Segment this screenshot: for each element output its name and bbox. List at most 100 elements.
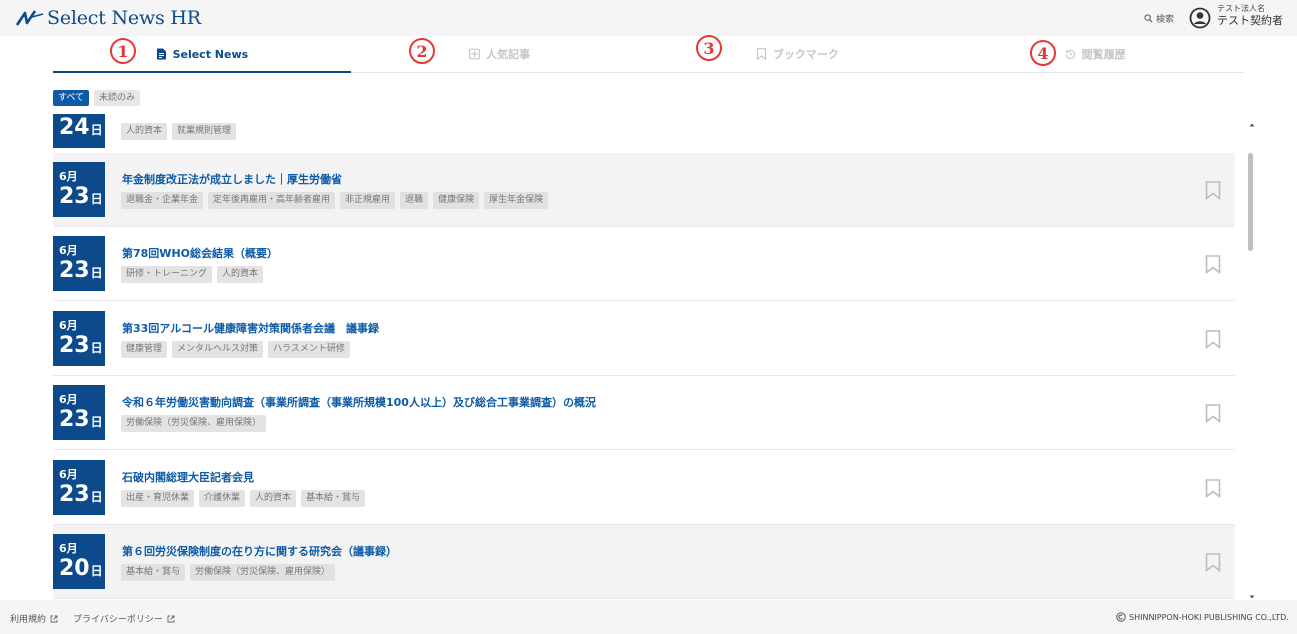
article-row[interactable]: 6月 23日 年金制度改正法が成立しました｜厚生労働省 退職金・企業年金 定年後…	[53, 153, 1235, 227]
logo-text: Select News HR	[47, 7, 201, 29]
date-badge: 6月 23日	[53, 460, 105, 515]
external-link-icon	[50, 615, 58, 622]
tag[interactable]: 人的資本	[121, 123, 168, 140]
bookmark-toggle-icon[interactable]	[1205, 404, 1221, 423]
article-list: 6月 24日 人的資本 就業規則管理 6月 23日 年金制度改正法が成立しました…	[53, 114, 1235, 599]
tag[interactable]: 就業規則管理	[172, 123, 237, 140]
tag[interactable]: 厚生年金保険	[484, 192, 549, 209]
article-title[interactable]: 令和６年労働災害動向調査（事業所調査（事業所規模100人以上）及び総合工事業調査…	[122, 394, 596, 410]
search-button[interactable]: 検索	[1144, 12, 1174, 25]
footer: 利用規約 プライバシーポリシー SHINNIPPON-HOKI PUBLISHI…	[0, 600, 1297, 634]
tag[interactable]: 定年後再雇用・高年齢者雇用	[208, 192, 336, 209]
tag[interactable]: ハラスメント研修	[268, 341, 350, 358]
logo[interactable]: Select News HR	[15, 6, 201, 30]
date-day-number: 23	[59, 184, 90, 209]
tab-bookmark[interactable]: ブックマーク	[649, 36, 947, 72]
tab-popular[interactable]: 人気記事	[351, 36, 649, 72]
date-badge: 6月 23日	[53, 311, 105, 366]
tag[interactable]: 基本給・賞与	[301, 490, 366, 507]
scroll-up-arrow-icon[interactable]	[1247, 120, 1257, 130]
article-title[interactable]: 第６回労災保険制度の在り方に関する研究会（議事録）	[122, 543, 397, 559]
tab-label: 人気記事	[486, 48, 531, 61]
date-badge: 6月 20日	[53, 534, 105, 589]
bookmark-toggle-icon[interactable]	[1205, 330, 1221, 349]
date-day-suffix: 日	[90, 415, 103, 429]
article-title[interactable]: 年金制度改正法が成立しました｜厚生労働省	[122, 171, 342, 187]
tab-bar: Select News 人気記事 ブックマーク 閲覧履歴	[53, 36, 1244, 73]
user-info[interactable]: テスト法人名 テスト契約者	[1217, 4, 1283, 28]
tag-list: 出産・育児休業 介護休業 人的資本 基本給・賞与	[121, 490, 366, 507]
tag[interactable]: 労働保険（労災保険、雇用保険）	[121, 415, 267, 432]
tag[interactable]: 介護休業	[199, 490, 246, 507]
tag[interactable]: 研修・トレーニング	[121, 266, 213, 283]
date-month: 6月	[59, 170, 78, 183]
article-title[interactable]: 第78回WHO総会結果（概要）	[122, 245, 278, 261]
date-badge: 6月 23日	[53, 385, 105, 440]
privacy-label: プライバシーポリシー	[73, 615, 163, 625]
date-day: 23日	[59, 333, 103, 361]
annotation-number-1: 1	[110, 38, 136, 64]
search-icon	[1144, 14, 1153, 23]
article-row[interactable]: 6月 23日 第33回アルコール健康障害対策関係者会議 議事録 健康管理 メンタ…	[53, 302, 1235, 376]
article-title[interactable]: 石破内閣総理大臣記者会見	[122, 469, 254, 485]
top-header: Select News HR 検索 テスト法人名 テスト契約者	[0, 0, 1297, 36]
tag[interactable]: メンタルヘルス対策	[172, 341, 264, 358]
article-row[interactable]: 6月 23日 第78回WHO総会結果（概要） 研修・トレーニング 人的資本	[53, 227, 1235, 301]
date-day-suffix: 日	[90, 123, 103, 137]
tag[interactable]: 健康管理	[121, 341, 168, 358]
terms-link[interactable]: 利用規約	[10, 612, 58, 625]
date-month: 6月	[59, 542, 78, 555]
date-day-suffix: 日	[90, 490, 103, 504]
history-icon	[1064, 49, 1075, 60]
tag[interactable]: 非正規雇用	[340, 192, 396, 209]
article-title[interactable]: 第33回アルコール健康障害対策関係者会議 議事録	[122, 320, 379, 336]
date-day-number: 23	[59, 258, 90, 283]
bookmark-toggle-icon[interactable]	[1205, 553, 1221, 572]
tag-list: 研修・トレーニング 人的資本	[121, 266, 264, 283]
date-month: 6月	[59, 319, 78, 332]
filter-unread-button[interactable]: 未読のみ	[94, 90, 141, 106]
bookmark-toggle-icon[interactable]	[1205, 255, 1221, 274]
search-label: 検索	[1156, 15, 1175, 25]
tab-label: Select News	[172, 47, 249, 61]
user-name: テスト契約者	[1217, 14, 1283, 27]
tag[interactable]: 基本給・賞与	[121, 564, 186, 581]
tag-list: 人的資本 就業規則管理	[121, 123, 237, 140]
tag[interactable]: 退職金・企業年金	[121, 192, 204, 209]
article-row[interactable]: 6月 20日 第６回労災保険制度の在り方に関する研究会（議事録） 基本給・賞与 …	[53, 525, 1235, 599]
bookmark-toggle-icon[interactable]	[1205, 479, 1221, 498]
tab-select-news[interactable]: Select News	[53, 36, 351, 73]
copyright: SHINNIPPON-HOKI PUBLISHING CO.,LTD.	[1116, 612, 1289, 622]
date-day-suffix: 日	[90, 266, 103, 280]
article-row[interactable]: 6月 24日 人的資本 就業規則管理	[53, 114, 1235, 158]
date-day: 23日	[59, 482, 103, 510]
tag[interactable]: 労働保険（労災保険、雇用保険）	[190, 564, 336, 581]
tag[interactable]: 退職	[400, 192, 429, 209]
date-day-number: 23	[59, 482, 90, 507]
tag[interactable]: 出産・育児休業	[121, 490, 195, 507]
tab-history[interactable]: 閲覧履歴	[946, 36, 1244, 72]
tag[interactable]: 健康保険	[433, 192, 480, 209]
date-badge: 6月 23日	[53, 162, 105, 217]
date-day-suffix: 日	[90, 192, 103, 206]
date-badge: 6月 24日	[53, 114, 105, 148]
article-row[interactable]: 6月 23日 令和６年労働災害動向調査（事業所調査（事業所規模100人以上）及び…	[53, 376, 1235, 450]
tag[interactable]: 人的資本	[250, 490, 297, 507]
date-day-suffix: 日	[90, 341, 103, 355]
scrollbar-thumb[interactable]	[1248, 153, 1253, 251]
date-day-number: 24	[59, 115, 90, 140]
tag-list: 労働保険（労災保険、雇用保険）	[121, 415, 267, 432]
date-day: 23日	[59, 407, 103, 435]
filter-all-button[interactable]: すべて	[53, 90, 90, 106]
terms-label: 利用規約	[10, 615, 47, 625]
annotation-number-2: 2	[409, 38, 435, 64]
date-month: 6月	[59, 244, 78, 257]
user-avatar-icon[interactable]	[1189, 7, 1211, 29]
tag[interactable]: 人的資本	[217, 266, 264, 283]
bookmark-toggle-icon[interactable]	[1205, 181, 1221, 200]
privacy-policy-link[interactable]: プライバシーポリシー	[73, 612, 175, 625]
bookmark-icon	[756, 48, 766, 60]
tag-list: 基本給・賞与 労働保険（労災保険、雇用保険）	[121, 564, 336, 581]
copyright-text: SHINNIPPON-HOKI PUBLISHING CO.,LTD.	[1129, 612, 1289, 622]
article-row[interactable]: 6月 23日 石破内閣総理大臣記者会見 出産・育児休業 介護休業 人的資本 基本…	[53, 451, 1235, 525]
